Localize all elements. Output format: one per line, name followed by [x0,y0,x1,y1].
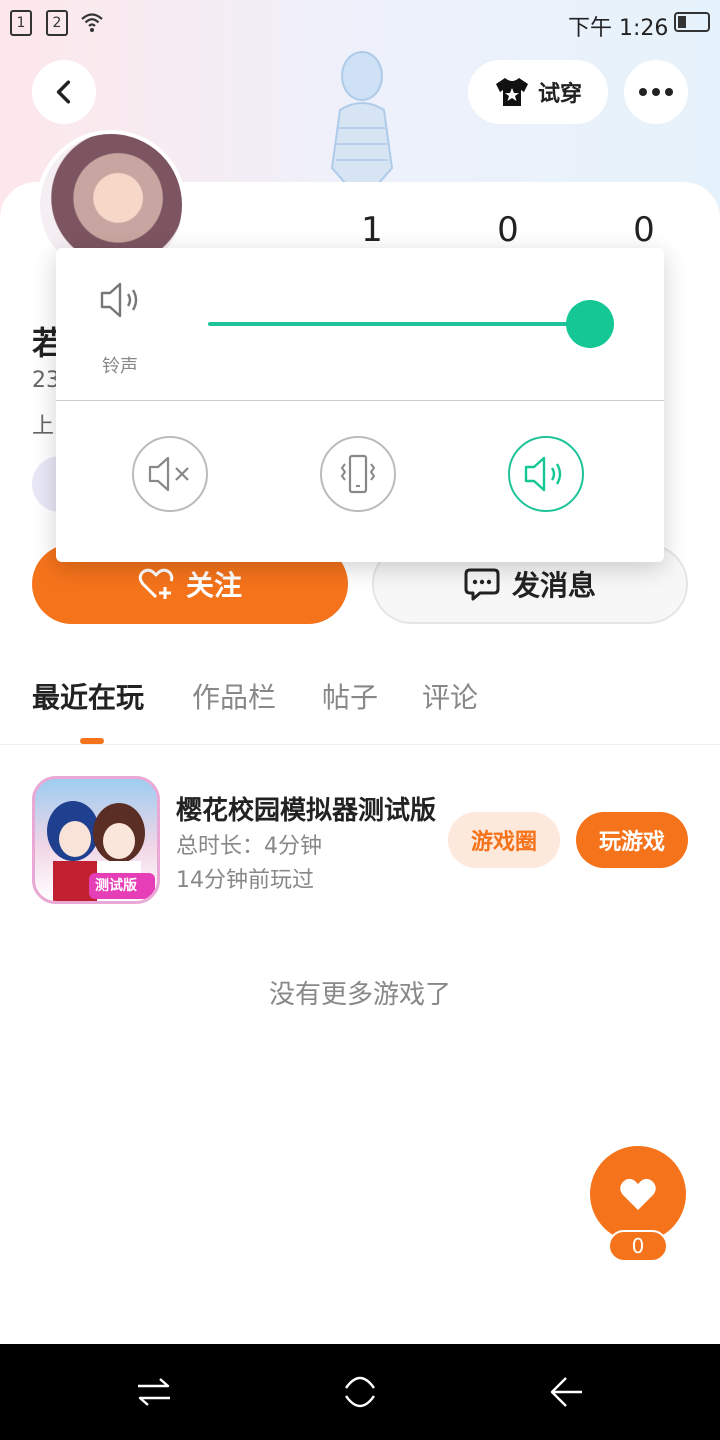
sim2-icon: 2 [46,10,68,36]
follow-label: 关注 [185,569,242,602]
like-button[interactable] [590,1146,686,1242]
mute-mode-button[interactable] [132,436,208,512]
avatar-figure-image [330,51,394,184]
home-button[interactable] [336,1368,384,1416]
chat-bubble-icon [464,568,500,601]
list-item[interactable]: 测试版 樱花校园模拟器测试版 总时长：4分钟 14分钟前玩过 游戏圈 玩游戏 [0,770,720,910]
game-icon: 测试版 [32,776,160,904]
vibrate-mode-button[interactable] [320,436,396,512]
tab-works[interactable]: 作品栏 [192,676,276,716]
tab-recent-playing[interactable]: 最近在玩 [32,676,144,716]
chevron-left-icon [56,80,71,104]
wifi-icon [81,13,103,32]
recent-apps-button[interactable] [130,1368,178,1416]
volume-stream-label: 铃声 [102,356,138,377]
mute-icon [148,456,189,492]
back-nav-button[interactable] [542,1368,590,1416]
sound-mode-button[interactable] [508,436,584,512]
tshirt-icon [495,78,528,106]
stat-value-1[interactable]: 1 [342,210,402,250]
send-message-label: 发消息 [511,569,596,602]
game-last-played: 14分钟前玩过 [176,868,314,893]
tab-active-indicator [80,738,104,744]
volume-panel: 铃声 [56,248,664,562]
game-title: 樱花校园模拟器测试版 [176,796,436,826]
sim1-icon: 1 [10,10,32,36]
volume-slider-thumb[interactable] [566,300,614,348]
vibrate-icon [340,454,376,494]
more-button[interactable] [624,60,688,124]
clock: 下午 1:26 [568,16,669,41]
speaker-icon [100,282,138,318]
tab-comments[interactable]: 评论 [422,676,478,716]
back-arrow-icon [550,1377,582,1407]
game-total-duration: 总时长：4分钟 [176,834,322,859]
tab-posts[interactable]: 帖子 [322,676,378,716]
stat-value-2[interactable]: 0 [478,210,538,250]
try-on-label: 试穿 [537,82,582,107]
home-icon [345,1376,375,1408]
volume-slider-track[interactable] [208,322,590,326]
back-button[interactable] [32,60,96,124]
game-icon-badge: 测试版 [95,878,137,894]
game-circle-button[interactable]: 游戏圈 [448,812,560,868]
status-bar: 1 2 下午 1:26 [0,0,720,48]
switch-arrows-icon [138,1378,170,1406]
more-dots-icon [639,88,673,96]
battery-icon [674,12,710,32]
empty-list-hint: 没有更多游戏了 [268,980,451,1010]
system-navigation-bar [0,1344,720,1440]
try-on-button[interactable]: 试穿 [468,60,608,124]
sound-on-icon [524,456,562,492]
heart-icon [620,1178,656,1210]
heart-plus-icon [138,568,174,599]
like-count-badge: 0 [608,1230,668,1262]
profile-tabs: 最近在玩 作品栏 帖子 评论 [0,676,720,745]
volume-divider [56,400,664,401]
stat-value-3[interactable]: 0 [614,210,674,250]
user-bio-line: 上 [32,414,55,439]
play-game-button[interactable]: 玩游戏 [576,812,688,868]
